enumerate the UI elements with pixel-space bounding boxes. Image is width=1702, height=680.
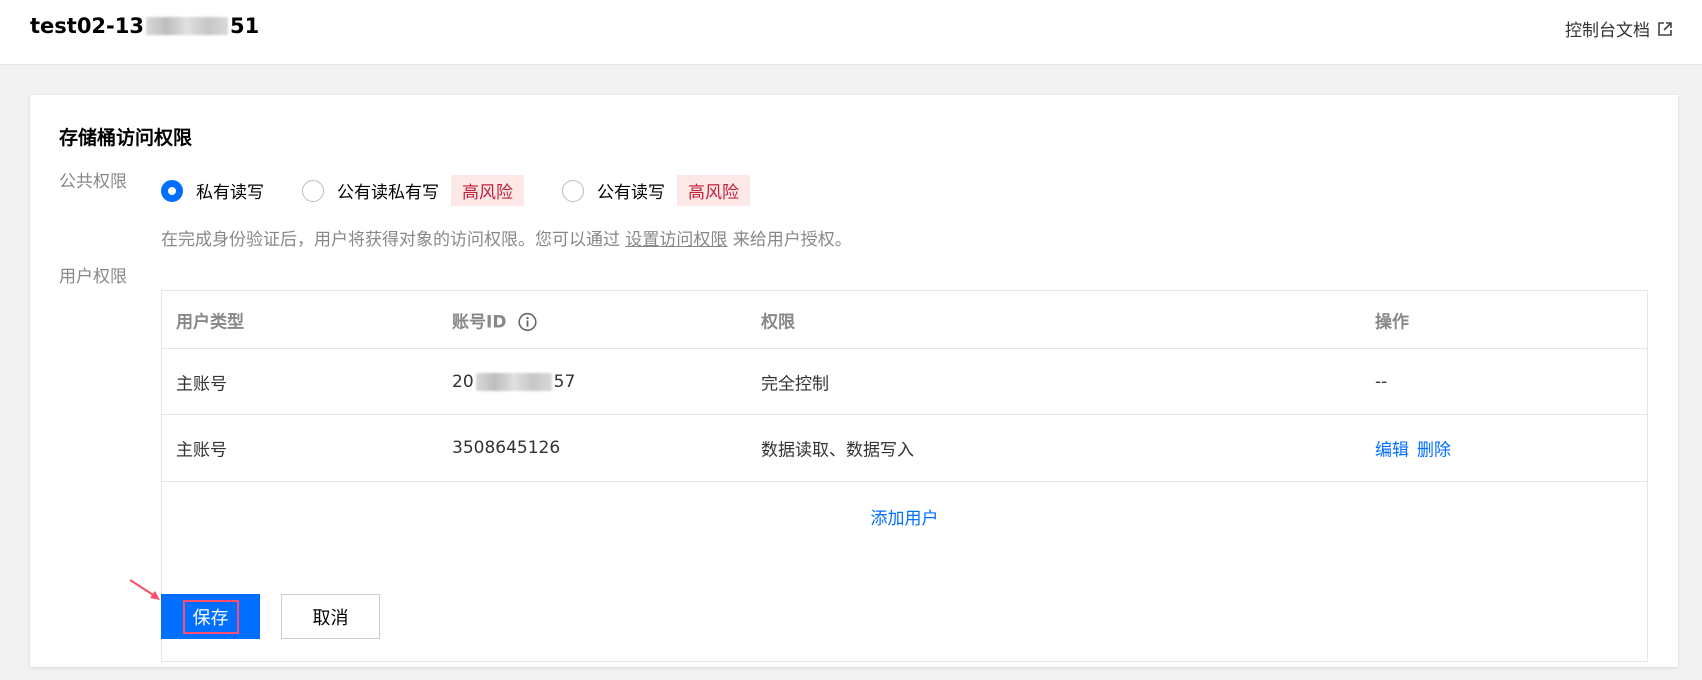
account-id-prefix: 20 [452, 371, 474, 392]
bucket-name: test02-13 51 [30, 14, 259, 38]
operation-cell: 编辑 删除 [1375, 436, 1459, 461]
permission-card: 存储桶访问权限 公共权限 私有读写 公有读私有写 高风险 公有读写 高风险 在完… [30, 95, 1678, 667]
column-header-account-id: 账号ID [452, 307, 537, 332]
console-docs-label: 控制台文档 [1565, 21, 1650, 41]
column-header-operation: 操作 [1375, 312, 1409, 332]
cancel-button-label: 取消 [312, 607, 349, 629]
permission-cell: 数据读取、数据写入 [761, 440, 914, 461]
radio-private-read-write[interactable]: 私有读写 [161, 178, 264, 203]
high-risk-badge: 高风险 [451, 175, 524, 206]
table-row: 主账号 20 57 完全控制 -- [162, 349, 1647, 415]
column-header-account-id-label: 账号ID [452, 312, 507, 332]
section-title: 存储桶访问权限 [59, 127, 193, 149]
hint-text-after: 来给用户授权。 [732, 230, 852, 250]
account-id-cell: 3508645126 [452, 438, 561, 458]
column-header-user-type: 用户类型 [176, 312, 244, 332]
radio-unchecked-icon [562, 179, 584, 202]
permission-cell: 完全控制 [761, 374, 829, 394]
permission-hint: 在完成身份验证后，用户将获得对象的访问权限。您可以通过 设置访问权限 来给用户授… [161, 225, 852, 250]
account-id-suffix: 57 [553, 371, 576, 392]
user-permission-table: 用户类型 账号ID 权限 操作 主账号 20 57 完全控制 -- 主账号 35… [161, 290, 1648, 662]
user-type-cell: 主账号 [176, 374, 227, 394]
redacted-mask [475, 372, 552, 391]
radio-label: 公有读写 [597, 183, 665, 203]
external-link-icon [1658, 21, 1672, 36]
high-risk-badge: 高风险 [677, 175, 750, 206]
user-permission-label: 用户权限 [59, 267, 127, 287]
redacted-mask [145, 17, 228, 35]
operation-cell: -- [1375, 371, 1388, 392]
radio-public-read-private-write[interactable]: 公有读私有写 高风险 [302, 175, 524, 206]
radio-public-read-write[interactable]: 公有读写 高风险 [562, 175, 750, 206]
set-access-permission-link[interactable]: 设置访问权限 [625, 230, 727, 250]
radio-label: 公有读私有写 [337, 183, 439, 203]
annotation-arrow-icon [129, 579, 160, 600]
delete-button[interactable]: 删除 [1417, 441, 1451, 461]
hint-text-before: 在完成身份验证后，用户将获得对象的访问权限。您可以通过 [161, 230, 620, 250]
radio-checked-icon [161, 179, 183, 202]
bucket-name-prefix: test02-13 [30, 14, 144, 38]
info-icon[interactable] [518, 312, 537, 332]
radio-unchecked-icon [302, 179, 324, 202]
public-permission-radio-group: 私有读写 公有读私有写 高风险 公有读写 高风险 [161, 175, 788, 206]
public-permission-label: 公共权限 [59, 172, 127, 192]
account-id-cell: 20 57 [452, 372, 575, 392]
console-docs-link[interactable]: 控制台文档 [1565, 16, 1672, 41]
save-button-label: 保存 [182, 599, 239, 634]
user-type-cell: 主账号 [176, 440, 227, 461]
top-bar: test02-13 51 控制台文档 [0, 0, 1702, 65]
bucket-name-suffix: 51 [229, 14, 260, 38]
add-user-button[interactable]: 添加用户 [162, 504, 1647, 529]
edit-button[interactable]: 编辑 [1375, 441, 1409, 461]
save-button[interactable]: 保存 [161, 594, 260, 639]
table-header-row: 用户类型 账号ID 权限 操作 [162, 291, 1647, 349]
column-header-permission: 权限 [761, 312, 795, 332]
cancel-button[interactable]: 取消 [281, 594, 380, 639]
table-row: 主账号 3508645126 数据读取、数据写入 编辑 删除 [162, 415, 1647, 482]
radio-label: 私有读写 [196, 183, 264, 203]
